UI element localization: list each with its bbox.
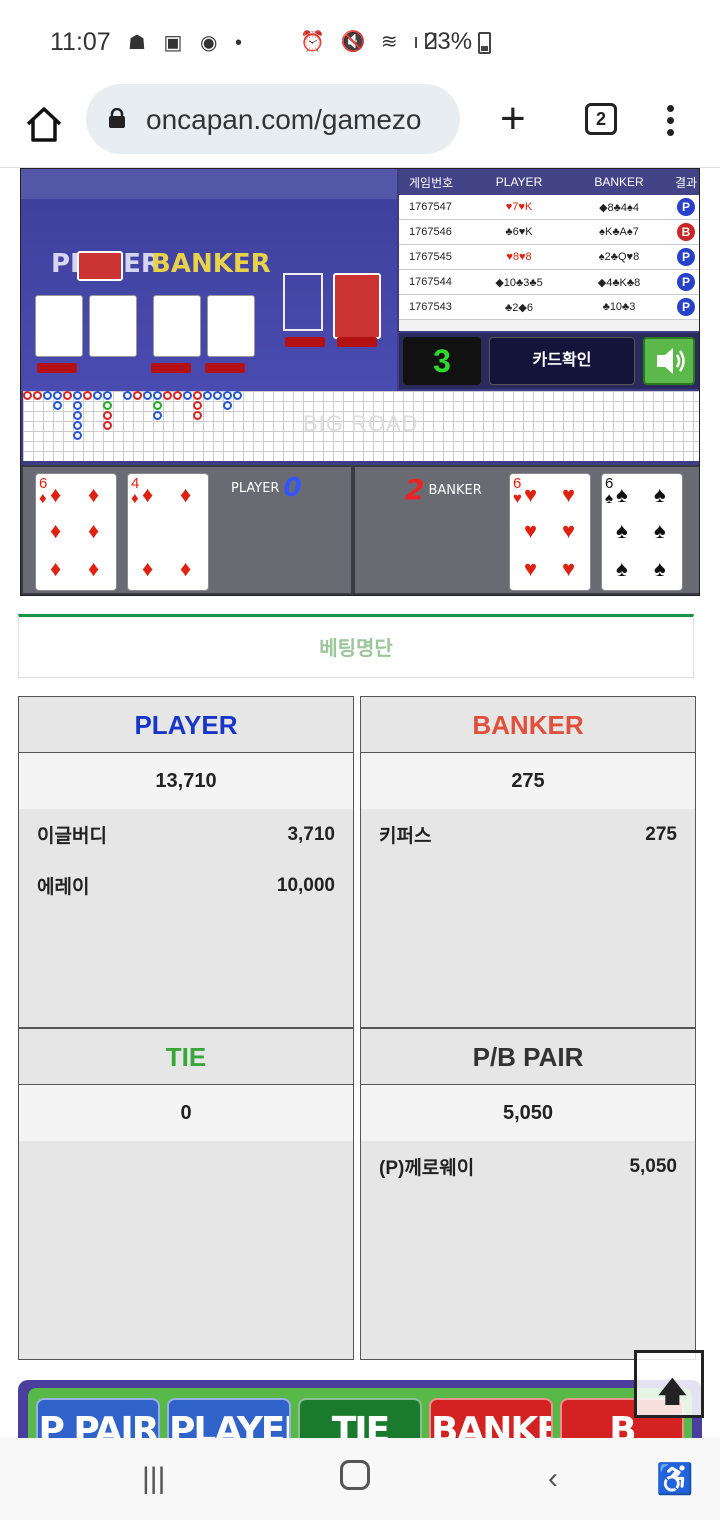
player-card-2: 4 ♦ ♦ ♦ ♦ ♦ — [127, 473, 209, 591]
list-item: 에레이 10,000 — [37, 874, 335, 899]
table-row: 1767543 ♣2◆6 ♣10♣3 P — [399, 295, 699, 320]
more-menu-icon[interactable] — [660, 102, 680, 142]
accessibility-icon[interactable]: ♿ — [656, 1462, 693, 1497]
live-table-video: PLAYER BANKER — [21, 169, 397, 391]
banker-panel: BANKER 275 키퍼스 275 — [360, 696, 696, 1028]
lock-icon — [109, 108, 125, 128]
big-road-label: BIG ROAD — [303, 411, 419, 436]
round-counter: 3 — [403, 337, 481, 385]
home-nav-icon[interactable] — [340, 1460, 370, 1490]
panel-title: P/B PAIR — [361, 1029, 695, 1085]
address-bar[interactable]: oncapan.com/gamezo — [86, 84, 460, 154]
status-bar: 11:07 ☗ ▣ ◉ • ⏰ 🔇 ≋ ıll 23% — [0, 0, 720, 84]
battery-icon — [478, 32, 491, 54]
panel-total: 0 — [19, 1085, 353, 1141]
panel-total: 275 — [361, 753, 695, 809]
list-item: 키퍼스 275 — [379, 823, 677, 848]
result-badge: P — [677, 248, 695, 266]
notification-icons: ☗ ▣ ◉ • — [128, 32, 248, 54]
game-view: PLAYER BANKER 게임번호 PLAYER BANKER 결과 1767… — [20, 168, 700, 596]
tab-switcher-button[interactable]: 2 — [585, 103, 617, 135]
table-row: 1767546 ♣6♥K ♠K♣A♠7 B — [399, 220, 699, 245]
table-row: 1767545 ♥8♥8 ♠2♣Q♥8 P — [399, 245, 699, 270]
pair-panel: P/B PAIR 5,050 (P)께로웨이 5,050 — [360, 1028, 696, 1360]
big-road-board: BIG ROAD — [23, 391, 699, 461]
game-controls: 3 카드확인 — [399, 333, 699, 389]
speaker-icon[interactable] — [643, 337, 695, 385]
panel-title: PLAYER — [19, 697, 353, 753]
system-icons: ⏰ 🔇 ≋ ıll — [300, 31, 443, 53]
player-panel: PLAYER 13,710 이글버디 3,710 에레이 10,000 — [18, 696, 354, 1028]
arrow-up-icon: 🡅 — [658, 1376, 687, 1407]
table-row: 1767544 ◆10♣3♣5 ◆4♣K♣8 P — [399, 270, 699, 295]
panel-title: TIE — [19, 1029, 353, 1085]
back-icon[interactable]: ‹ — [548, 1462, 558, 1496]
panel-title: BANKER — [361, 697, 695, 753]
game-history-table: 게임번호 PLAYER BANKER 결과 1767547 ♥7♥K ◆8♣4♠… — [399, 169, 699, 331]
player-score: PLAYER 0 — [231, 473, 302, 503]
list-item: (P)께로웨이 5,050 — [379, 1155, 677, 1180]
player-card-1: 6 ♦ ♦ ♦ ♦ ♦ ♦ ♦ — [35, 473, 117, 591]
result-badge: P — [677, 198, 695, 216]
new-tab-icon[interactable]: + — [500, 94, 526, 144]
status-time: 11:07 — [50, 28, 111, 56]
battery-percent: 23% — [424, 28, 473, 55]
panel-total: 13,710 — [19, 753, 353, 809]
recent-apps-icon[interactable]: ||| — [142, 1462, 165, 1496]
panel-total: 5,050 — [361, 1085, 695, 1141]
banker-score: 2 BANKER — [405, 473, 482, 506]
scroll-top-button[interactable]: 🡅 — [634, 1350, 704, 1418]
table-row: 1767547 ♥7♥K ◆8♣4♠4 P — [399, 195, 699, 220]
banker-card-1: 6 ♥ ♥ ♥ ♥ ♥ ♥ ♥ — [509, 473, 591, 591]
home-icon[interactable] — [22, 102, 66, 146]
banker-card-2: 6 ♠ ♠ ♠ ♠ ♠ ♠ ♠ — [601, 473, 683, 591]
betting-list-title: 베팅명단 — [18, 614, 694, 678]
result-badge: P — [677, 298, 695, 316]
list-item: 이글버디 3,710 — [37, 823, 335, 848]
result-badge: P — [677, 273, 695, 291]
browser-toolbar: oncapan.com/gamezo + 2 — [0, 84, 720, 168]
felt-banker-label: BANKER — [151, 249, 271, 279]
card-result-panel: 6 ♦ ♦ ♦ ♦ ♦ ♦ ♦ 4 ♦ ♦ ♦ ♦ ♦ PLAYER 0 2 BANKE… — [21, 465, 699, 595]
tie-panel: TIE 0 — [18, 1028, 354, 1360]
url-text: oncapan.com/gamezo — [146, 104, 422, 135]
system-nav-bar: ||| ‹ ♿ — [0, 1438, 720, 1520]
card-check-button[interactable]: 카드확인 — [489, 337, 635, 385]
result-badge: B — [677, 223, 695, 241]
history-header: 게임번호 PLAYER BANKER 결과 — [399, 169, 699, 195]
